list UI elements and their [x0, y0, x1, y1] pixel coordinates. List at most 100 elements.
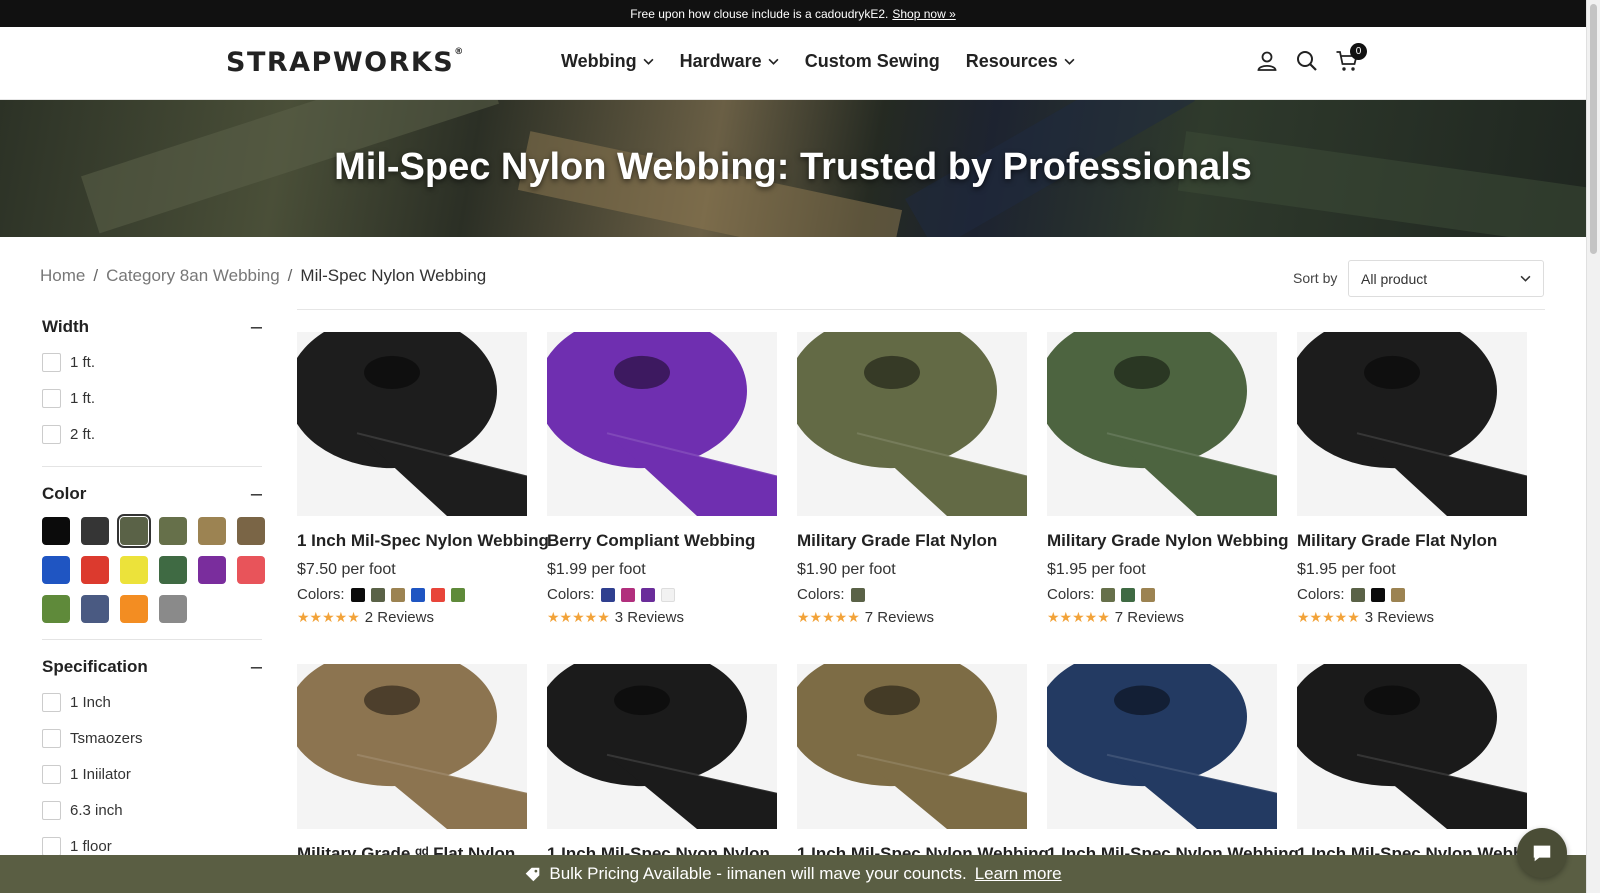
- nav-webbing[interactable]: Webbing: [561, 51, 654, 72]
- breadcrumb-category[interactable]: Category 8an Webbing: [106, 266, 280, 286]
- color-dot[interactable]: [1120, 587, 1135, 602]
- specification-option[interactable]: Tsmaozers: [42, 720, 262, 756]
- strapworks-logo[interactable]: STRAPWORKS®: [226, 47, 465, 78]
- checkbox[interactable]: [42, 764, 61, 784]
- color-swatch[interactable]: [81, 556, 109, 584]
- product-reviews[interactable]: ★★★★★ 3 Reviews: [1297, 609, 1527, 626]
- product-card[interactable]: Military Grade Flat Nylon $1.90 per foot C…: [797, 332, 1027, 626]
- nav-hardware[interactable]: Hardware: [680, 51, 779, 72]
- product-card[interactable]: 1 Inch Mil-Spec Nylon Webbing: [1047, 664, 1299, 864]
- learn-more-link[interactable]: Learn more: [975, 864, 1062, 884]
- product-card[interactable]: Berry Compliant Webbing $1.99 per foot Col…: [547, 332, 777, 626]
- product-title[interactable]: 1 Inch Mil-Spec Nylon Webbing: [297, 531, 549, 551]
- checkbox[interactable]: [42, 728, 61, 748]
- specification-option[interactable]: 6.3 inch: [42, 792, 262, 828]
- product-image[interactable]: [297, 664, 527, 829]
- color-dot[interactable]: [390, 587, 405, 602]
- color-swatch[interactable]: [81, 517, 109, 545]
- breadcrumb-home[interactable]: Home: [40, 266, 85, 286]
- color-dot[interactable]: [660, 587, 675, 602]
- width-option[interactable]: 1 ft.: [42, 344, 262, 380]
- checkbox[interactable]: [42, 836, 61, 856]
- color-swatch[interactable]: [237, 517, 265, 545]
- color-dot[interactable]: [1390, 587, 1405, 602]
- color-swatch[interactable]: [42, 517, 70, 545]
- color-swatch[interactable]: [198, 517, 226, 545]
- nav-custom-sewing[interactable]: Custom Sewing: [805, 51, 940, 72]
- color-swatch[interactable]: [159, 517, 187, 545]
- product-reviews[interactable]: ★★★★★ 2 Reviews: [297, 609, 527, 626]
- checkbox[interactable]: [42, 352, 61, 372]
- color-dot[interactable]: [1140, 587, 1155, 602]
- product-image[interactable]: [797, 332, 1027, 516]
- product-image[interactable]: [1297, 664, 1527, 829]
- product-image[interactable]: [547, 664, 777, 829]
- color-swatch[interactable]: [198, 556, 226, 584]
- color-swatch[interactable]: [120, 556, 148, 584]
- chat-button[interactable]: [1517, 828, 1567, 878]
- specification-option[interactable]: 1 Inch: [42, 684, 262, 720]
- color-swatch[interactable]: [159, 595, 187, 623]
- filter-specification-header[interactable]: Specification –: [42, 650, 262, 684]
- checkbox[interactable]: [42, 388, 61, 408]
- checkbox[interactable]: [42, 692, 61, 712]
- collapse-icon[interactable]: –: [251, 316, 262, 339]
- product-image[interactable]: [797, 664, 1027, 829]
- product-card[interactable]: 1 Inch Mil-Spec Nylon Webbing: [1297, 664, 1549, 864]
- product-image[interactable]: [1047, 332, 1277, 516]
- product-image[interactable]: [1047, 664, 1277, 829]
- color-swatch[interactable]: [81, 595, 109, 623]
- color-dot[interactable]: [1100, 587, 1115, 602]
- color-dot[interactable]: [600, 587, 615, 602]
- product-card[interactable]: Military Grade Nylon Webbing $1.95 per fo…: [1047, 332, 1289, 626]
- product-image[interactable]: [297, 332, 527, 516]
- color-swatch[interactable]: [120, 595, 148, 623]
- color-dot[interactable]: [450, 587, 465, 602]
- collapse-icon[interactable]: –: [251, 483, 262, 506]
- color-dot[interactable]: [350, 587, 365, 602]
- color-dot[interactable]: [370, 587, 385, 602]
- product-card[interactable]: 1 Inch Mil-Spec Nyon Nylon: [547, 664, 777, 864]
- color-dot[interactable]: [850, 587, 865, 602]
- width-option[interactable]: 1 ft.: [42, 380, 262, 416]
- product-image[interactable]: [547, 332, 777, 516]
- color-dot[interactable]: [430, 587, 445, 602]
- filter-color-header[interactable]: Color –: [42, 477, 262, 511]
- color-dot[interactable]: [1350, 587, 1365, 602]
- product-title[interactable]: Military Grade Flat Nylon: [1297, 531, 1527, 551]
- account-icon[interactable]: [1255, 49, 1279, 73]
- color-swatch[interactable]: [42, 556, 70, 584]
- scrollbar-thumb[interactable]: [1590, 4, 1597, 254]
- shop-now-link[interactable]: Shop now »: [892, 7, 955, 21]
- sort-select[interactable]: All product: [1348, 260, 1544, 297]
- color-swatch[interactable]: [159, 556, 187, 584]
- product-reviews[interactable]: ★★★★★ 7 Reviews: [797, 609, 1027, 626]
- color-dot[interactable]: [640, 587, 655, 602]
- search-icon[interactable]: [1295, 49, 1319, 73]
- color-dot[interactable]: [1370, 587, 1385, 602]
- cart-icon[interactable]: 0: [1335, 43, 1367, 73]
- color-dot[interactable]: [620, 587, 635, 602]
- product-title[interactable]: Military Grade Flat Nylon: [797, 531, 1027, 551]
- color-swatch[interactable]: [117, 514, 151, 548]
- product-card[interactable]: Military Grade Flat Nylon $1.95 per foot C…: [1297, 332, 1527, 626]
- page-scrollbar[interactable]: [1586, 0, 1600, 893]
- color-swatch[interactable]: [42, 595, 70, 623]
- product-image[interactable]: [1297, 332, 1527, 516]
- product-title[interactable]: Military Grade Nylon Webbing: [1047, 531, 1289, 551]
- specification-option[interactable]: 1 Iniilator: [42, 756, 262, 792]
- product-reviews[interactable]: ★★★★★ 3 Reviews: [547, 609, 777, 626]
- collapse-icon[interactable]: –: [251, 656, 262, 679]
- product-card[interactable]: Military Grade ᵍᵈ Flat Nylon: [297, 664, 527, 864]
- color-dot[interactable]: [410, 587, 425, 602]
- width-option[interactable]: 2 ft.: [42, 416, 262, 452]
- color-swatch[interactable]: [237, 556, 265, 584]
- checkbox[interactable]: [42, 800, 61, 820]
- product-card[interactable]: 1 Inch Mil-Spec Nylon Webbing: [797, 664, 1049, 864]
- product-reviews[interactable]: ★★★★★ 7 Reviews: [1047, 609, 1277, 626]
- product-card[interactable]: 1 Inch Mil-Spec Nylon Webbing $7.50 per f…: [297, 332, 549, 626]
- checkbox[interactable]: [42, 424, 61, 444]
- product-title[interactable]: Berry Compliant Webbing: [547, 531, 777, 551]
- filter-width-header[interactable]: Width –: [42, 310, 262, 344]
- nav-resources[interactable]: Resources: [966, 51, 1075, 72]
